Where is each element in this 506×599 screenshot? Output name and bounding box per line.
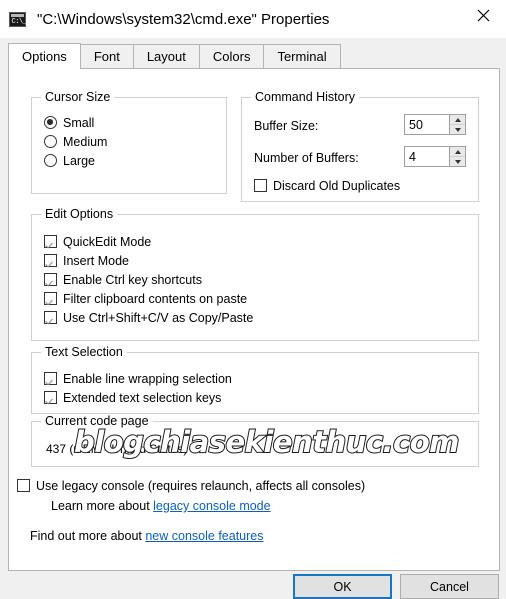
insert-mode-label: Insert Mode: [63, 253, 130, 268]
extended-text-selection-keys-indicator: [44, 391, 57, 404]
insert-mode-indicator: [44, 254, 57, 267]
discard-old-duplicates-label: Discard Old Duplicates: [273, 178, 401, 193]
options-tab-page: Cursor Size Small Medium Large Command H…: [8, 68, 500, 571]
checkbox-extended-text-selection-keys[interactable]: Extended text selection keys: [44, 388, 232, 407]
number-of-buffers-decrement-button[interactable]: [450, 157, 465, 166]
tab-font-label: Font: [93, 49, 120, 64]
ok-button[interactable]: OK: [293, 574, 392, 599]
cursor-size-legend: Cursor Size: [41, 90, 115, 104]
tab-colors-label: Colors: [212, 49, 251, 64]
checkbox-enable-line-wrapping-selection[interactable]: Enable line wrapping selection: [44, 369, 232, 388]
window-title: "C:\Windows\system32\cmd.exe" Properties: [37, 10, 330, 28]
buffer-size-decrement-button[interactable]: [450, 125, 465, 134]
chevron-up-icon: [454, 117, 461, 122]
enable-line-wrapping-selection-label: Enable line wrapping selection: [63, 371, 232, 386]
checkbox-use-legacy-console[interactable]: Use legacy console (requires relaunch, a…: [17, 476, 365, 495]
radio-large-label: Large: [63, 153, 95, 168]
command-history-group: Command History Buffer Size: 50 Number o…: [241, 90, 479, 202]
number-of-buffers-spin-buttons[interactable]: [449, 146, 466, 167]
tab-terminal[interactable]: Terminal: [263, 44, 341, 68]
tab-strip: Options Font Layout Colors Terminal: [8, 43, 500, 69]
icon-prompt-text: C:\_: [11, 17, 27, 26]
current-code-page-legend: Current code page: [41, 414, 153, 428]
tab-options[interactable]: Options: [8, 43, 81, 69]
radio-cursor-medium[interactable]: Medium: [44, 132, 107, 151]
checkbox-discard-old-duplicates[interactable]: Discard Old Duplicates: [254, 176, 400, 195]
cursor-size-group: Cursor Size Small Medium Large: [31, 90, 227, 194]
find-out-more-row: Find out more about new console features: [30, 529, 264, 543]
cmd-console-icon: C:\_: [9, 11, 27, 27]
dialog-button-bar: OK Cancel: [0, 571, 506, 599]
quickedit-mode-indicator: [44, 235, 57, 248]
command-history-legend: Command History: [251, 90, 360, 104]
text-selection-legend: Text Selection: [41, 345, 127, 359]
tab-layout-label: Layout: [146, 49, 186, 64]
number-of-buffers-label: Number of Buffers:: [254, 151, 359, 165]
buffer-size-input[interactable]: 50: [404, 114, 449, 135]
checkbox-insert-mode[interactable]: Insert Mode: [44, 251, 253, 270]
use-legacy-console-label: Use legacy console (requires relaunch, a…: [36, 478, 366, 493]
chevron-up-icon: [454, 149, 461, 154]
tab-options-label: Options: [22, 49, 67, 64]
title-bar: C:\_ "C:\Windows\system32\cmd.exe" Prope…: [0, 0, 506, 38]
close-button[interactable]: [460, 0, 506, 30]
buffer-size-increment-button[interactable]: [450, 115, 465, 125]
current-code-page-group: Current code page 437 (OEM - United Stat…: [31, 414, 479, 467]
discard-old-duplicates-indicator: [254, 179, 267, 192]
find-out-more-prefix: Find out more about: [30, 529, 146, 543]
tab-layout[interactable]: Layout: [132, 44, 200, 68]
radio-large-indicator: [44, 154, 57, 167]
text-selection-group: Text Selection Enable line wrapping sele…: [31, 345, 479, 414]
tab-colors[interactable]: Colors: [198, 44, 265, 68]
tab-terminal-label: Terminal: [277, 49, 327, 64]
radio-small-indicator: [44, 116, 57, 129]
new-console-features-link[interactable]: new console features: [145, 529, 263, 543]
learn-more-prefix: Learn more about: [51, 499, 154, 513]
buffer-size-label: Buffer Size:: [254, 119, 319, 133]
number-of-buffers-increment-button[interactable]: [450, 147, 465, 157]
filter-clipboard-contents-indicator: [44, 292, 57, 305]
learn-more-row: Learn more about legacy console mode: [51, 499, 271, 513]
radio-small-label: Small: [63, 115, 95, 130]
ctrl-shift-copy-paste-indicator: [44, 311, 57, 324]
radio-cursor-large[interactable]: Large: [44, 151, 107, 170]
radio-medium-indicator: [44, 135, 57, 148]
enable-line-wrapping-selection-indicator: [44, 372, 57, 385]
chevron-down-icon: [454, 127, 461, 132]
checkbox-quickedit-mode[interactable]: QuickEdit Mode: [44, 232, 253, 251]
radio-cursor-small[interactable]: Small: [44, 113, 107, 132]
legacy-console-mode-link[interactable]: legacy console mode: [153, 499, 270, 513]
enable-ctrl-key-shortcuts-indicator: [44, 273, 57, 286]
buffer-size-spin-buttons[interactable]: [449, 114, 466, 135]
edit-options-legend: Edit Options: [41, 207, 118, 221]
checkbox-enable-ctrl-key-shortcuts[interactable]: Enable Ctrl key shortcuts: [44, 270, 253, 289]
edit-options-group: Edit Options QuickEdit Mode Insert Mode …: [31, 207, 479, 341]
close-icon: [477, 9, 489, 21]
checkbox-filter-clipboard-contents[interactable]: Filter clipboard contents on paste: [44, 289, 253, 308]
quickedit-mode-label: QuickEdit Mode: [63, 234, 152, 249]
filter-clipboard-contents-label: Filter clipboard contents on paste: [63, 291, 248, 306]
enable-ctrl-key-shortcuts-label: Enable Ctrl key shortcuts: [63, 272, 202, 287]
icon-titlebar-stripe: [11, 13, 24, 17]
number-of-buffers-input[interactable]: 4: [404, 146, 449, 167]
radio-medium-label: Medium: [63, 134, 108, 149]
buffer-size-stepper[interactable]: 50: [404, 114, 466, 135]
ctrl-shift-copy-paste-label: Use Ctrl+Shift+C/V as Copy/Paste: [63, 310, 254, 325]
checkbox-ctrl-shift-copy-paste[interactable]: Use Ctrl+Shift+C/V as Copy/Paste: [44, 308, 253, 327]
tab-font[interactable]: Font: [79, 44, 134, 68]
extended-text-selection-keys-label: Extended text selection keys: [63, 390, 222, 405]
current-code-page-value: 437 (OEM - United States): [46, 442, 188, 456]
number-of-buffers-stepper[interactable]: 4: [404, 146, 466, 167]
cancel-button[interactable]: Cancel: [400, 574, 499, 599]
use-legacy-console-indicator: [17, 479, 30, 492]
chevron-down-icon: [454, 159, 461, 164]
